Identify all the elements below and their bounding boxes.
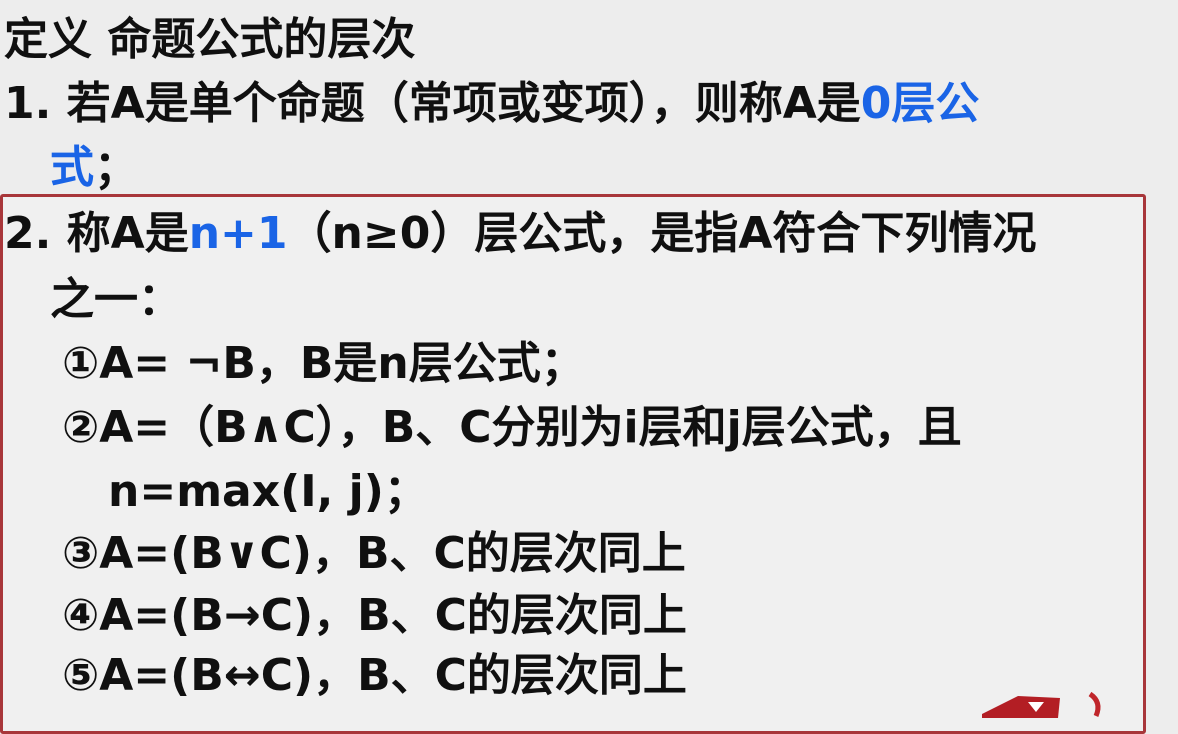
item-2-continuation: 之一： (50, 274, 182, 325)
definition-title: 定义 命题公式的层次 (4, 14, 416, 65)
case-2: ②A=（B∧C），B、C分别为i层和j层公式，且 (62, 402, 962, 453)
case-2-continuation: n=max(I, j)； (108, 466, 428, 517)
case-3: ③A=(B∨C)，B、C的层次同上 (62, 528, 686, 579)
case-5: ⑤A=(B↔C)，B、C的层次同上 (62, 650, 687, 701)
case-4: ④A=(B→C)，B、C的层次同上 (62, 590, 687, 641)
item-2-highlight: n+1 (188, 208, 288, 259)
item-2-line-1: 2. 称A是n+1（n≥0）层公式，是指A符合下列情况 (4, 212, 1036, 256)
item-1-suffix: ； (94, 142, 138, 193)
item-2-prefix: 2. 称A是 (4, 208, 189, 259)
item-1-highlight: 0层公 (860, 78, 980, 129)
slide: { "slide": { "title": "定义 命题公式的层次", "ite… (0, 0, 1178, 734)
item-1-line-1: 1. 若A是单个命题（常项或变项），则称A是0层公 (4, 82, 979, 126)
item-2-middle: （n≥0）层公式，是指A符合下列情况 (287, 208, 1037, 259)
item-1-highlight-continued: 式 (50, 142, 94, 193)
case-1: ①A= ¬B，B是n层公式； (62, 338, 585, 389)
item-1-prefix: 1. 若A是单个命题（常项或变项），则称A是 (4, 78, 861, 129)
item-1-line-2: 式； (50, 146, 138, 190)
